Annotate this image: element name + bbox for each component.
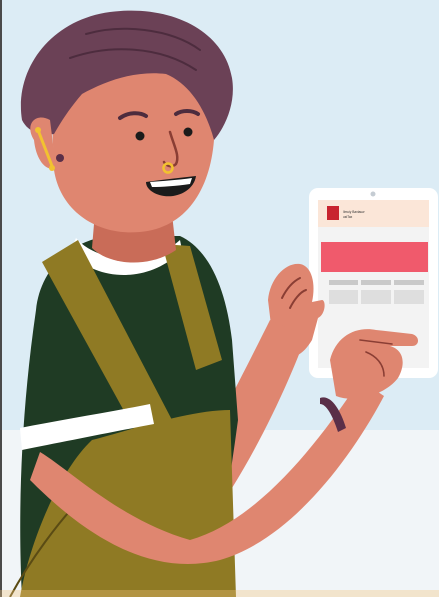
- tablet-cell-2: [361, 290, 391, 304]
- right-eye: [183, 127, 193, 137]
- left-eye: [135, 131, 145, 141]
- floor-stripe: [0, 590, 439, 597]
- tablet-brand-line-1: Ilmuiy Baxtauw: [343, 210, 365, 214]
- earring-bottom: [49, 165, 55, 171]
- tablet-tab-3: [394, 280, 424, 285]
- tablet-tab-2: [361, 280, 391, 285]
- tablet-logo: [327, 206, 339, 220]
- tablet-cell-1: [329, 290, 358, 304]
- tablet-tab-1: [329, 280, 358, 285]
- tablet-brand-line-2: ustTax: [343, 215, 353, 219]
- tablet-cell-3: [394, 290, 424, 304]
- tablet-banner: [321, 242, 428, 272]
- tablet-camera: [370, 191, 376, 197]
- earring-top: [35, 127, 41, 133]
- person-with-tablet-illustration: Ilmuiy Baxtauw ustTax: [0, 0, 439, 597]
- ear-gauge: [56, 154, 64, 162]
- left-border-line: [0, 0, 2, 597]
